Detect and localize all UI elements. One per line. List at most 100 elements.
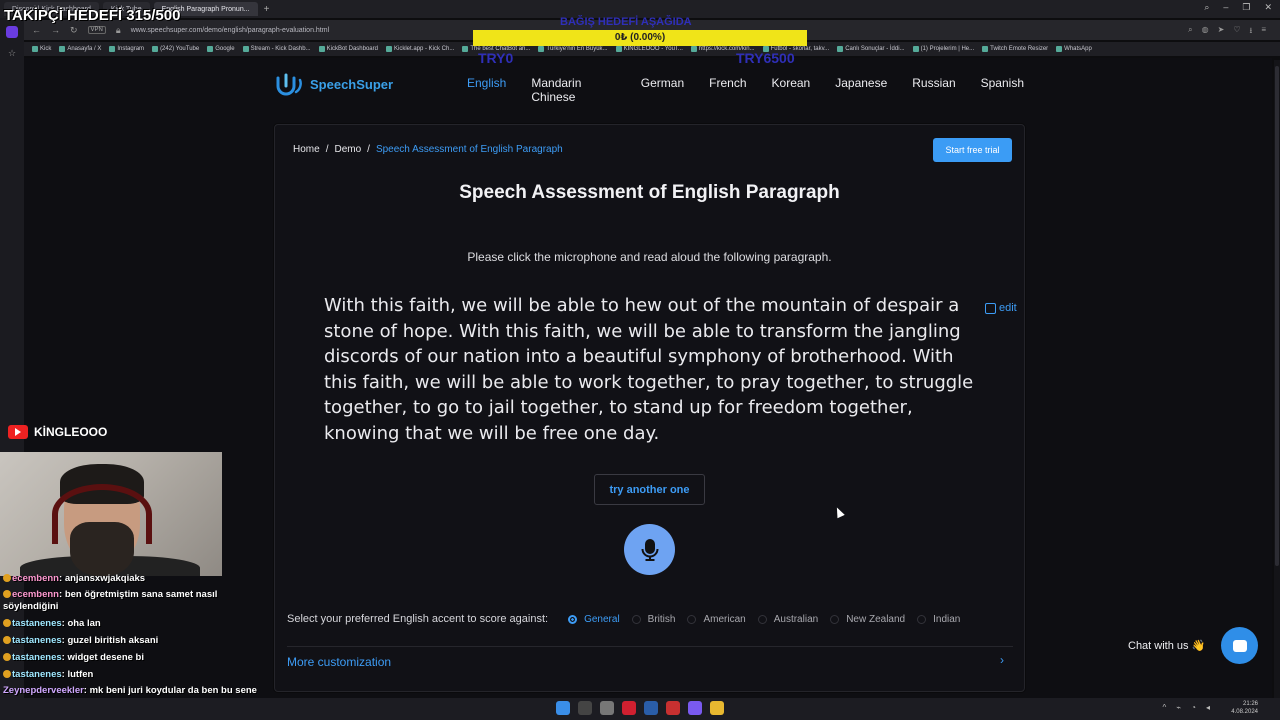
chat-text: widget desene bi	[67, 652, 144, 663]
bookmark-item[interactable]: WhatsApp	[1056, 46, 1092, 52]
nav-english[interactable]: English	[467, 76, 506, 104]
bookmark-icon[interactable]: ♡	[1233, 25, 1240, 39]
search-icon[interactable]	[578, 701, 592, 715]
radio-dot[interactable]	[757, 614, 767, 624]
bookmark-item[interactable]: Anasayfa / X	[59, 46, 101, 52]
reload-icon[interactable]: ↻	[70, 25, 78, 36]
chat-with-us-label[interactable]: Chat with us 👋	[1128, 639, 1205, 652]
start-icon[interactable]	[556, 701, 570, 715]
accent-radio-australian[interactable]: Australian	[757, 613, 819, 625]
bookmark-item[interactable]: KickBot Dashboard	[318, 46, 378, 52]
radio-dot[interactable]	[830, 614, 840, 624]
folder-icon[interactable]	[710, 701, 724, 715]
radio-dot[interactable]	[568, 614, 578, 624]
discord-icon[interactable]	[688, 701, 702, 715]
donation-goal-min: TRY0	[478, 50, 514, 66]
try-another-button[interactable]: try another one	[594, 474, 705, 505]
forward-icon[interactable]: →	[51, 25, 60, 35]
bookmark-favicon-icon	[837, 46, 844, 52]
bookmark-item[interactable]: Kick	[32, 46, 51, 52]
scrollbar-thumb[interactable]	[1275, 66, 1279, 566]
nav-russian[interactable]: Russian	[912, 76, 955, 104]
new-tab-icon[interactable]: +	[264, 4, 270, 15]
volume-icon[interactable]: ◂	[1206, 703, 1210, 712]
bookmark-item[interactable]: (1) Projelerim | He...	[912, 46, 974, 52]
bookmark-item[interactable]: Twitch Emote Resizer	[982, 46, 1048, 52]
breadcrumb-home[interactable]: Home	[293, 144, 320, 155]
radio-dot[interactable]	[687, 614, 697, 624]
bookmark-item[interactable]: KINGLEOOO - YouT...	[615, 46, 683, 52]
instruction-text: Please click the microphone and read alo…	[467, 250, 832, 264]
edit-button[interactable]: edit	[985, 302, 1017, 314]
radio-label: Australian	[773, 613, 819, 625]
accent-radio-british[interactable]: British	[631, 614, 675, 625]
bookmark-favicon-icon	[109, 46, 116, 52]
chat-button[interactable]	[1221, 627, 1258, 664]
speechsuper-logo-icon	[276, 73, 302, 96]
send-icon[interactable]: ➤	[1218, 25, 1225, 39]
accent-radio-general[interactable]: General	[568, 614, 620, 625]
donation-goal-title: BAĞIŞ HEDEFİ AŞAĞIDA	[560, 16, 692, 28]
scrollbar[interactable]	[1274, 60, 1280, 700]
bookmark-label: Instagram	[117, 46, 145, 52]
steam-icon[interactable]	[644, 701, 658, 715]
divider	[287, 646, 1013, 647]
accent-radio-indian[interactable]: Indian	[917, 614, 960, 625]
star-icon[interactable]: ☆	[8, 48, 16, 59]
url-field[interactable]: www.speechsuper.com/demo/english/paragra…	[131, 27, 329, 34]
clock-date: 4.08.2024	[1231, 709, 1258, 715]
vpn-badge[interactable]: VPN	[87, 26, 106, 34]
accent-radio-american[interactable]: American	[687, 614, 746, 625]
chevron-up-icon[interactable]: ^	[1163, 703, 1167, 712]
bookmark-item[interactable]: Türkiye'nin En Büyük...	[538, 46, 608, 52]
accent-radio-new-zealand[interactable]: New Zealand	[830, 614, 905, 625]
badge-icon	[3, 619, 11, 628]
opera-icon[interactable]	[622, 701, 636, 715]
taskbar-clock[interactable]: 21:26 4.08.2024	[1231, 700, 1258, 716]
bookmark-favicon-icon	[385, 46, 392, 52]
microphone-button[interactable]	[624, 524, 675, 575]
search-icon[interactable]: ⌕	[1204, 2, 1209, 13]
settings-icon[interactable]	[600, 701, 614, 715]
breadcrumb-current: Speech Assessment of English Paragraph	[375, 144, 563, 155]
channel-name: KİNGLEOOO	[34, 425, 108, 439]
back-icon[interactable]: ←	[32, 25, 41, 35]
donation-goal-max: TRY6500	[736, 50, 795, 66]
more-customization-link[interactable]: More customization	[287, 655, 391, 669]
extension-icon[interactable]: ◍	[1202, 25, 1209, 39]
chevron-right-icon[interactable]: ›	[1000, 653, 1004, 667]
app-icon[interactable]	[666, 701, 680, 715]
bookmark-label: Twitch Emote Resizer	[990, 46, 1049, 52]
minimize-icon[interactable]: –	[1223, 2, 1228, 13]
nav-korean[interactable]: Korean	[772, 76, 811, 104]
chat-message: tastanenes: lutfen	[3, 666, 273, 683]
close-icon[interactable]: ✕	[1264, 2, 1272, 13]
start-free-trial-button[interactable]: Start free trial	[933, 138, 1012, 162]
bookmark-item[interactable]: (242) YouTube	[152, 46, 199, 52]
nav-french[interactable]: French	[709, 76, 746, 104]
accent-label: Select your preferred English accent to …	[287, 613, 549, 625]
menu-icon[interactable]: ≡	[1261, 25, 1266, 39]
channel-badge: KİNGLEOOO	[8, 425, 107, 439]
maximize-icon[interactable]: ❐	[1242, 2, 1250, 13]
nav-mandarin-chinese[interactable]: Mandarin Chinese	[531, 76, 615, 104]
wifi-icon[interactable]: ◔	[1191, 703, 1196, 712]
download-icon[interactable]: ⭳	[1250, 25, 1253, 39]
home-icon[interactable]	[6, 26, 18, 38]
chat-user: Zeynepderveekler	[3, 685, 84, 696]
site-logo[interactable]: SpeechSuper	[274, 72, 393, 96]
radio-dot[interactable]	[917, 614, 927, 624]
bookmark-item[interactable]: Canlı Sonuçlar - İddi...	[837, 46, 905, 52]
bookmark-item[interactable]: Google	[207, 46, 235, 52]
radio-dot[interactable]	[631, 614, 641, 624]
bookmark-item[interactable]: Stream - Kick Dashb...	[242, 46, 311, 52]
bookmark-item[interactable]: Kicklet.app - Kick Ch...	[385, 46, 454, 52]
breadcrumb-demo[interactable]: Demo	[334, 144, 361, 155]
network-icon[interactable]: ⌁	[1176, 703, 1181, 712]
nav-japanese[interactable]: Japanese	[835, 76, 887, 104]
zoom-icon[interactable]: ⌕	[1188, 25, 1192, 39]
nav-spanish[interactable]: Spanish	[981, 76, 1024, 104]
bookmark-item[interactable]: Instagram	[109, 46, 144, 52]
nav-german[interactable]: German	[641, 76, 684, 104]
windows-taskbar: ^ ⌁ ◔ ◂ 21:26 4.08.2024	[0, 698, 1280, 720]
